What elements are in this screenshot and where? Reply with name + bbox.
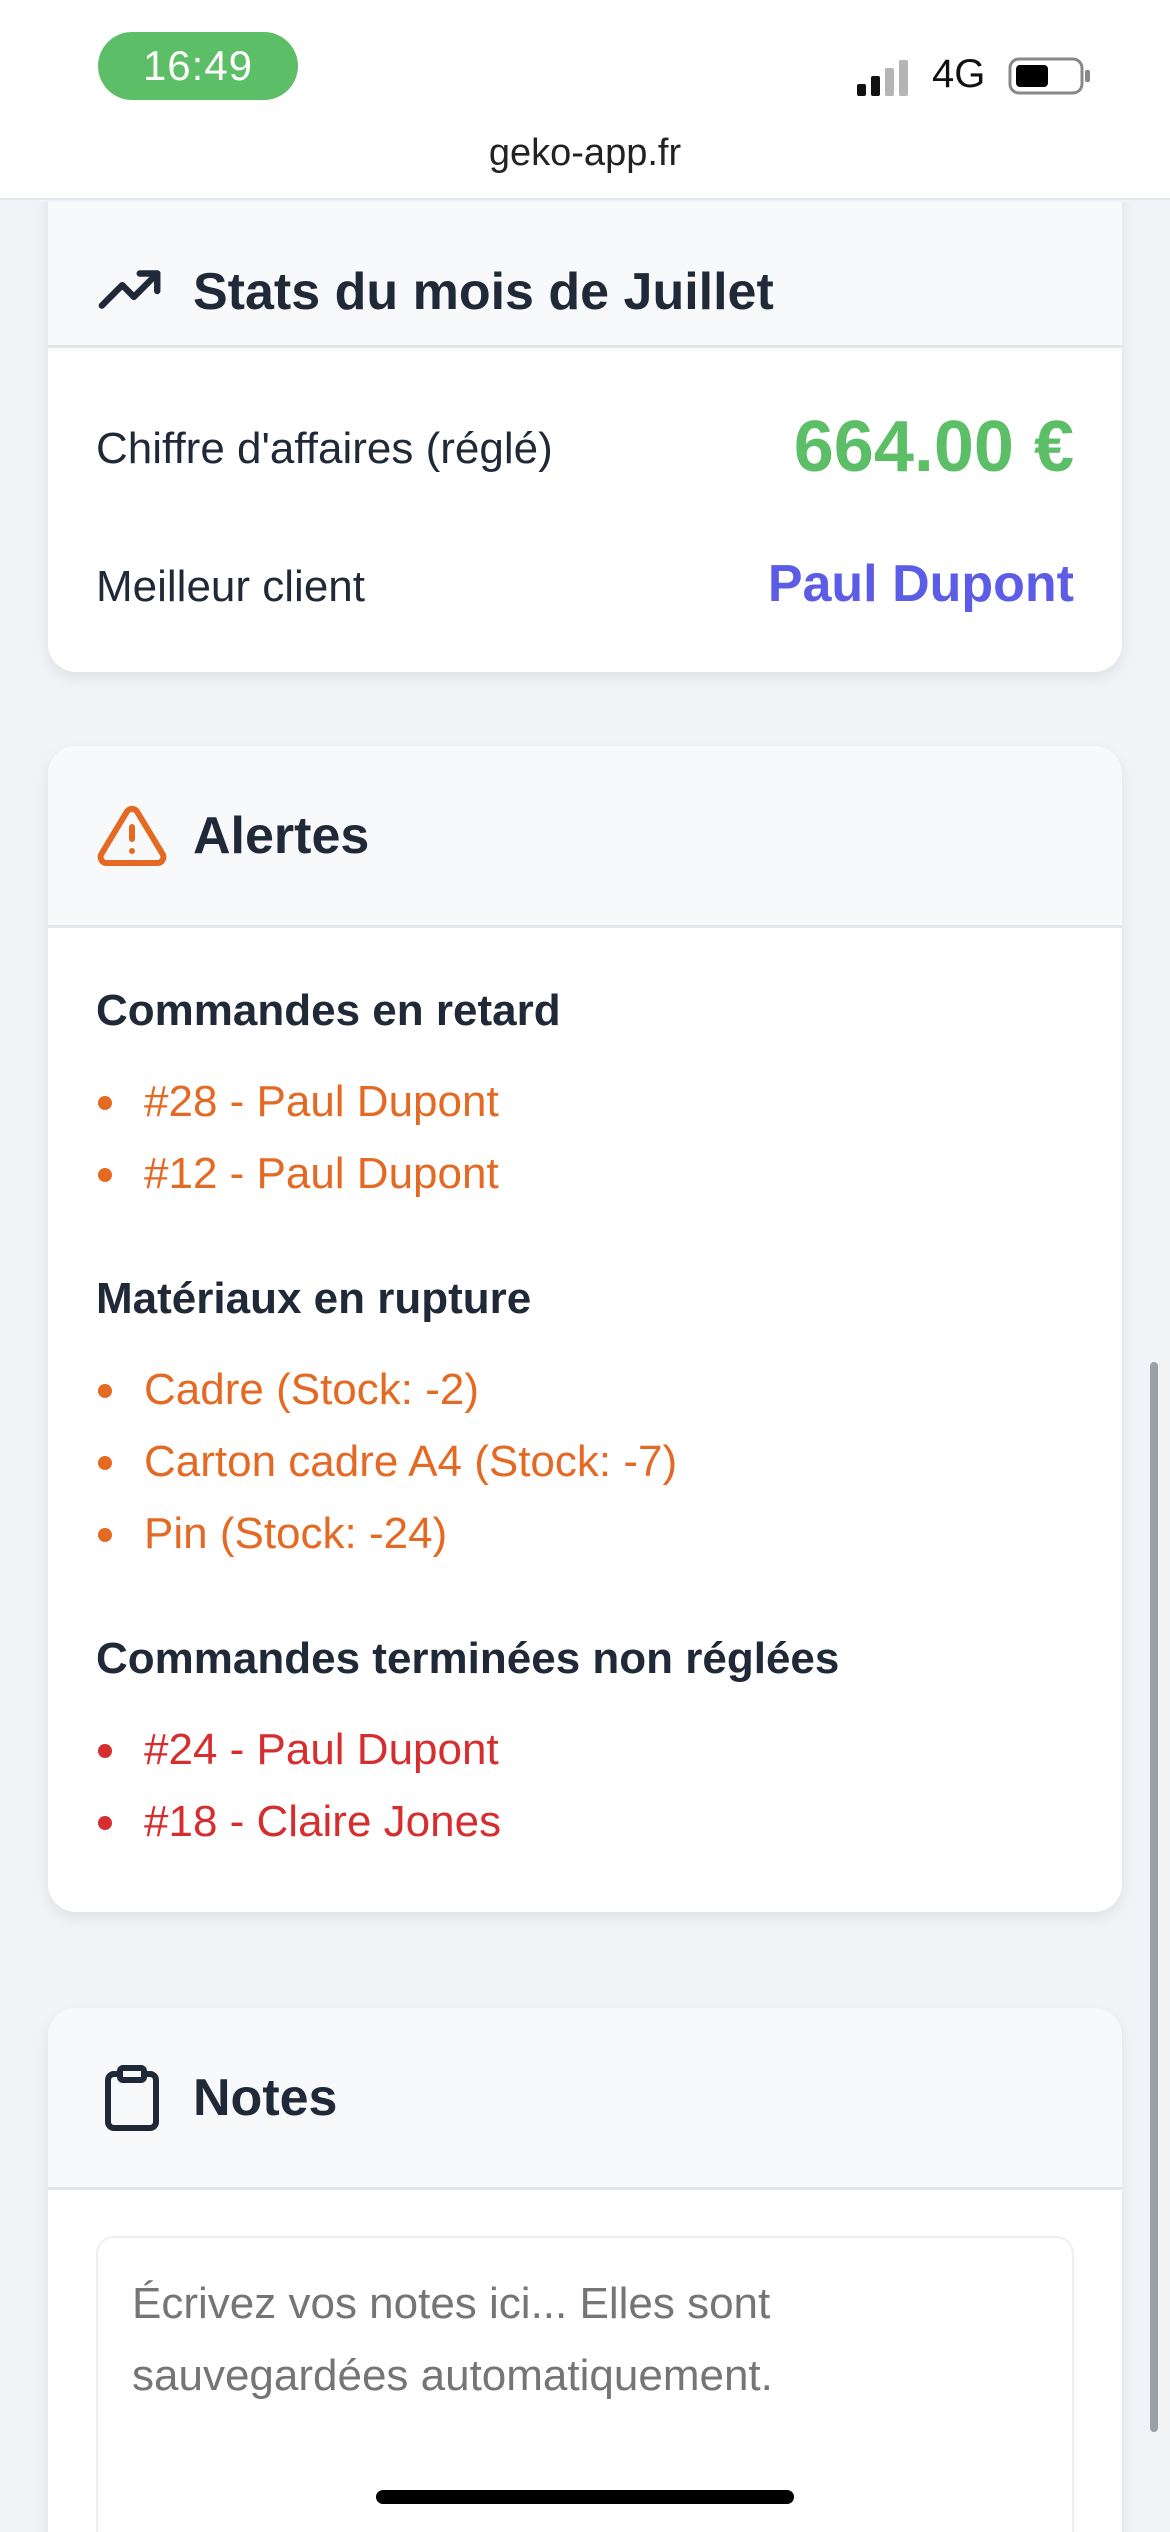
stats-card: Stats du mois de Juillet Chiffre d'affai… — [48, 202, 1122, 672]
unpaid-item[interactable]: #24 - Paul Dupont — [96, 1714, 501, 1786]
revenue-label: Chiffre d'affaires (réglé) — [96, 424, 553, 473]
alerts-title: Alertes — [193, 807, 370, 865]
late-orders-list: #28 - Paul Dupont #12 - Paul Dupont — [96, 1066, 499, 1210]
late-orders-title: Commandes en retard — [96, 986, 561, 1035]
out-of-stock-title: Matériaux en rupture — [96, 1274, 532, 1323]
url-bar[interactable]: geko-app.fr — [0, 132, 1170, 175]
out-of-stock-item[interactable]: Pin (Stock: -24) — [96, 1498, 677, 1570]
revenue-value: 664.00 € — [793, 407, 1074, 487]
notes-card-header: Notes — [48, 2008, 1122, 2190]
out-of-stock-item[interactable]: Carton cadre A4 (Stock: -7) — [96, 1426, 677, 1498]
out-of-stock-list: Cadre (Stock: -2) Carton cadre A4 (Stock… — [96, 1354, 677, 1570]
clipboard-icon — [105, 2065, 159, 2131]
out-of-stock-item[interactable]: Cadre (Stock: -2) — [96, 1354, 677, 1426]
best-client-label: Meilleur client — [96, 562, 365, 611]
stats-card-header: Stats du mois de Juillet — [48, 202, 1122, 348]
late-order-item[interactable]: #28 - Paul Dupont — [96, 1066, 499, 1138]
signal-icon — [857, 60, 908, 96]
warning-triangle-icon — [97, 805, 167, 866]
unpaid-title: Commandes terminées non réglées — [96, 1634, 840, 1683]
unpaid-list: #24 - Paul Dupont #18 - Claire Jones — [96, 1714, 501, 1858]
page-content: Stats du mois de Juillet Chiffre d'affai… — [0, 202, 1170, 2532]
notes-title: Notes — [193, 2069, 338, 2127]
notes-textarea[interactable] — [96, 2236, 1074, 2532]
best-client-link[interactable]: Paul Dupont — [768, 554, 1074, 614]
battery-icon — [1008, 57, 1090, 95]
alerts-card: Alertes Commandes en retard #28 - Paul D… — [48, 746, 1122, 1912]
late-order-item[interactable]: #12 - Paul Dupont — [96, 1138, 499, 1210]
notes-card: Notes — [48, 2008, 1122, 2532]
unpaid-item[interactable]: #18 - Claire Jones — [96, 1786, 501, 1858]
stats-title: Stats du mois de Juillet — [193, 263, 774, 321]
status-bar: 16:49 4G geko-app.fr — [0, 0, 1170, 200]
network-label: 4G — [932, 52, 986, 96]
home-indicator[interactable] — [376, 2490, 794, 2504]
alerts-card-header: Alertes — [48, 746, 1122, 928]
scrollbar[interactable] — [1150, 1362, 1158, 2432]
status-time: 16:49 — [98, 32, 298, 100]
trending-up-icon — [98, 270, 161, 309]
